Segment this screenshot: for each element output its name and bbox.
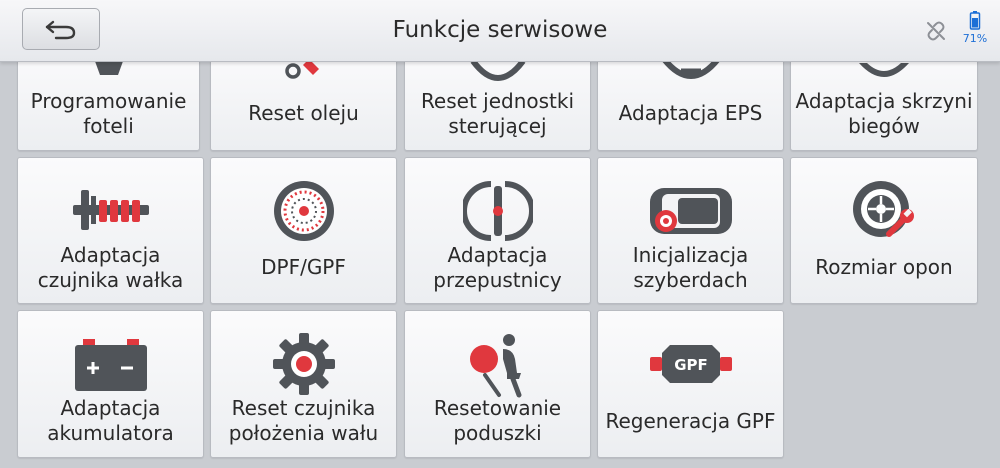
tile-sunroof-init[interactable]: Inicjalizacja szyberdach (597, 157, 784, 304)
disconnected-link-icon (927, 21, 945, 41)
tile-label: Adaptacja przepustnicy (433, 242, 562, 292)
tile-tire-size[interactable]: Rozmiar opon (790, 157, 978, 304)
tile-dpf-gpf[interactable]: DPF/GPF (210, 157, 397, 304)
title-bar: Funkcje serwisowe 71% (0, 0, 1000, 62)
tile-throttle-adaptation[interactable]: Adaptacja przepustnicy (404, 157, 591, 304)
tile-label: Adaptacja akumulatora (47, 396, 174, 445)
tile-gearbox-adaptation[interactable]: Adaptacja skrzyni biegów (790, 50, 978, 151)
tile-seat-programming[interactable]: Programowanie foteli (17, 50, 200, 151)
tile-label: Rozmiar opon (815, 255, 953, 279)
tile-camshaft-sensor-adaptation[interactable]: Adaptacja czujnika wałka (17, 157, 204, 304)
tile-label: Adaptacja EPS (618, 101, 763, 125)
tile-label: Resetowanie poduszki (433, 396, 562, 445)
tile-label: DPF/GPF (261, 255, 346, 279)
tile-battery-adaptation[interactable]: Adaptacja akumulatora (17, 310, 204, 458)
tile-eps-adaptation[interactable]: Adaptacja EPS (597, 50, 784, 151)
battery-indicator: 71% (960, 10, 990, 50)
tile-label: Adaptacja czujnika wałka (37, 242, 184, 292)
tile-label: Regeneracja GPF (605, 408, 776, 433)
tile-label: Programowanie foteli (30, 88, 187, 138)
tile-label: Reset czujnika położenia wału (228, 396, 379, 445)
page-title: Funkcje serwisowe (392, 17, 608, 43)
battery-percent: 71% (962, 32, 988, 45)
tile-control-unit-reset[interactable]: Reset jednostki sterującej (404, 50, 591, 151)
tile-label: Inicjalizacja szyberdach (632, 242, 749, 292)
tile-airbag-reset[interactable]: Resetowanie poduszki (404, 310, 591, 458)
tile-label: Reset oleju (248, 101, 359, 125)
tile-label: Adaptacja skrzyni biegów (795, 88, 973, 138)
gpf-icon-text: GPF (674, 356, 708, 374)
tile-shaft-position-sensor-reset[interactable]: Reset czujnika położenia wału (210, 310, 397, 458)
tile-label: Reset jednostki sterującej (420, 88, 575, 138)
tile-gpf-regeneration[interactable]: GPF Regeneracja GPF (597, 310, 784, 458)
tile-oil-reset[interactable]: Reset oleju (210, 50, 397, 151)
battery-status-icon (969, 11, 981, 30)
